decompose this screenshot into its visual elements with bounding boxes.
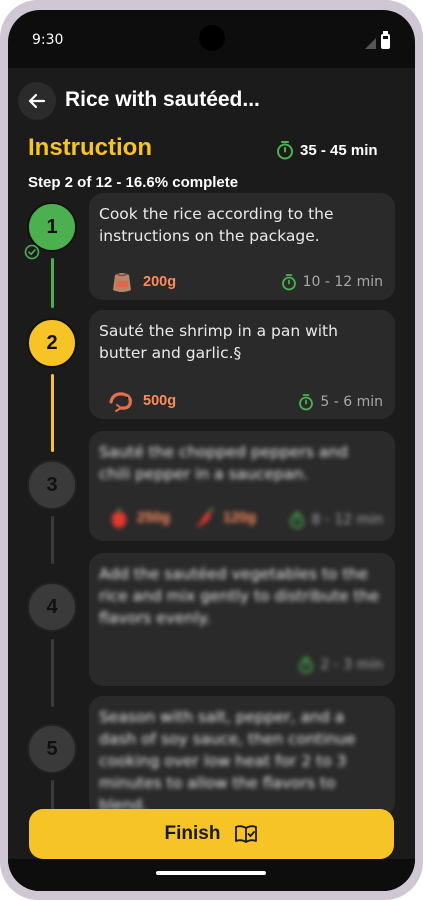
status-time: 9:30 bbox=[32, 32, 64, 48]
ingredient-amount: 200g bbox=[143, 274, 177, 290]
chili-pepper-icon bbox=[195, 507, 214, 527]
book-check-icon bbox=[235, 825, 258, 843]
shrimp-icon bbox=[109, 392, 132, 412]
ingredient-amount: 500g bbox=[143, 393, 177, 409]
step-4-text: Add the sautéed vegetables to the rice a… bbox=[99, 565, 380, 627]
arrow-left-icon bbox=[28, 93, 46, 109]
total-time-value: 35 - 45 min bbox=[300, 141, 378, 159]
step-3-ingredient-2: 120g bbox=[193, 507, 256, 529]
finish-button[interactable]: Finish bbox=[29, 809, 394, 859]
step-1-time: 10 - 12 min bbox=[281, 273, 383, 291]
step-2-number-badge: 2 bbox=[27, 318, 77, 368]
step-5-card[interactable]: Season with salt, pepper, and a dash of … bbox=[89, 696, 395, 816]
timer-icon bbox=[277, 141, 293, 160]
step-3-text: Sauté the chopped peppers and chili pepp… bbox=[99, 443, 348, 483]
phone-screen: 9:30 Rice with sautéed... Instruction 35… bbox=[8, 10, 415, 891]
timer-icon bbox=[281, 274, 296, 291]
battery-icon bbox=[381, 34, 390, 49]
step-1-ingredient: 200g bbox=[109, 270, 176, 294]
back-button[interactable] bbox=[18, 82, 56, 120]
step-number: 2 bbox=[46, 331, 58, 354]
finish-label: Finish bbox=[164, 823, 221, 844]
step-2-text: Sauté the shrimp in a pan with butter an… bbox=[99, 322, 338, 362]
bell-pepper-icon bbox=[111, 508, 127, 528]
recipe-steps-screen: Rice with sautéed... Instruction 35 - 45… bbox=[8, 68, 415, 891]
step-number: 4 bbox=[46, 595, 58, 618]
step-2-ingredient: 500g bbox=[107, 390, 176, 412]
step-3-ingredient-1: 250g bbox=[109, 507, 170, 529]
timer-icon bbox=[290, 512, 305, 529]
step-1-connector bbox=[51, 258, 54, 308]
step-time-value: 2 - 3 min bbox=[320, 657, 383, 673]
phone-frame: 9:30 Rice with sautéed... Instruction 35… bbox=[0, 0, 423, 900]
section-title: Instruction bbox=[28, 134, 152, 161]
timer-icon bbox=[299, 394, 314, 411]
rice-sack-icon bbox=[113, 273, 131, 292]
step-number: 3 bbox=[46, 473, 58, 496]
home-indicator[interactable] bbox=[156, 871, 266, 875]
step-3-number-badge: 3 bbox=[27, 460, 77, 510]
step-2-connector bbox=[51, 374, 54, 452]
step-1-check-icon bbox=[24, 244, 40, 260]
camera-cutout bbox=[199, 25, 225, 51]
step-time-value: 10 - 12 min bbox=[302, 274, 383, 290]
step-1-text: Cook the rice according to the instructi… bbox=[99, 205, 334, 245]
step-2-card[interactable]: Sauté the shrimp in a pan with butter an… bbox=[89, 310, 395, 419]
step-3-connector bbox=[51, 516, 54, 564]
step-4-number-badge: 4 bbox=[27, 582, 77, 632]
step-number: 1 bbox=[46, 215, 58, 238]
timer-icon bbox=[299, 657, 314, 674]
step-4-time: 2 - 3 min bbox=[298, 656, 383, 674]
progress-text: Step 2 of 12 - 16.6% complete bbox=[28, 174, 239, 191]
step-5-number-badge: 5 bbox=[27, 724, 77, 774]
ingredient-amount: 250g bbox=[137, 510, 171, 526]
step-time-value: 8 - 12 min bbox=[311, 512, 383, 528]
page-title: Rice with sautéed... bbox=[65, 88, 260, 111]
step-1-card[interactable]: Cook the rice according to the instructi… bbox=[89, 193, 395, 300]
step-3-time: 8 - 12 min bbox=[289, 511, 383, 529]
step-4-connector bbox=[51, 639, 54, 707]
total-time: 35 - 45 min bbox=[276, 140, 378, 160]
step-number: 5 bbox=[46, 737, 58, 760]
ingredient-amount: 120g bbox=[223, 510, 257, 526]
step-2-time: 5 - 6 min bbox=[298, 393, 383, 411]
step-3-card[interactable]: Sauté the chopped peppers and chili pepp… bbox=[89, 431, 395, 541]
step-4-card[interactable]: Add the sautéed vegetables to the rice a… bbox=[89, 553, 395, 686]
step-5-text: Season with salt, pepper, and a dash of … bbox=[99, 708, 356, 814]
signal-icon bbox=[365, 38, 376, 49]
step-time-value: 5 - 6 min bbox=[320, 394, 383, 410]
status-bar: 9:30 bbox=[8, 10, 415, 68]
navigation-bar bbox=[8, 859, 415, 891]
